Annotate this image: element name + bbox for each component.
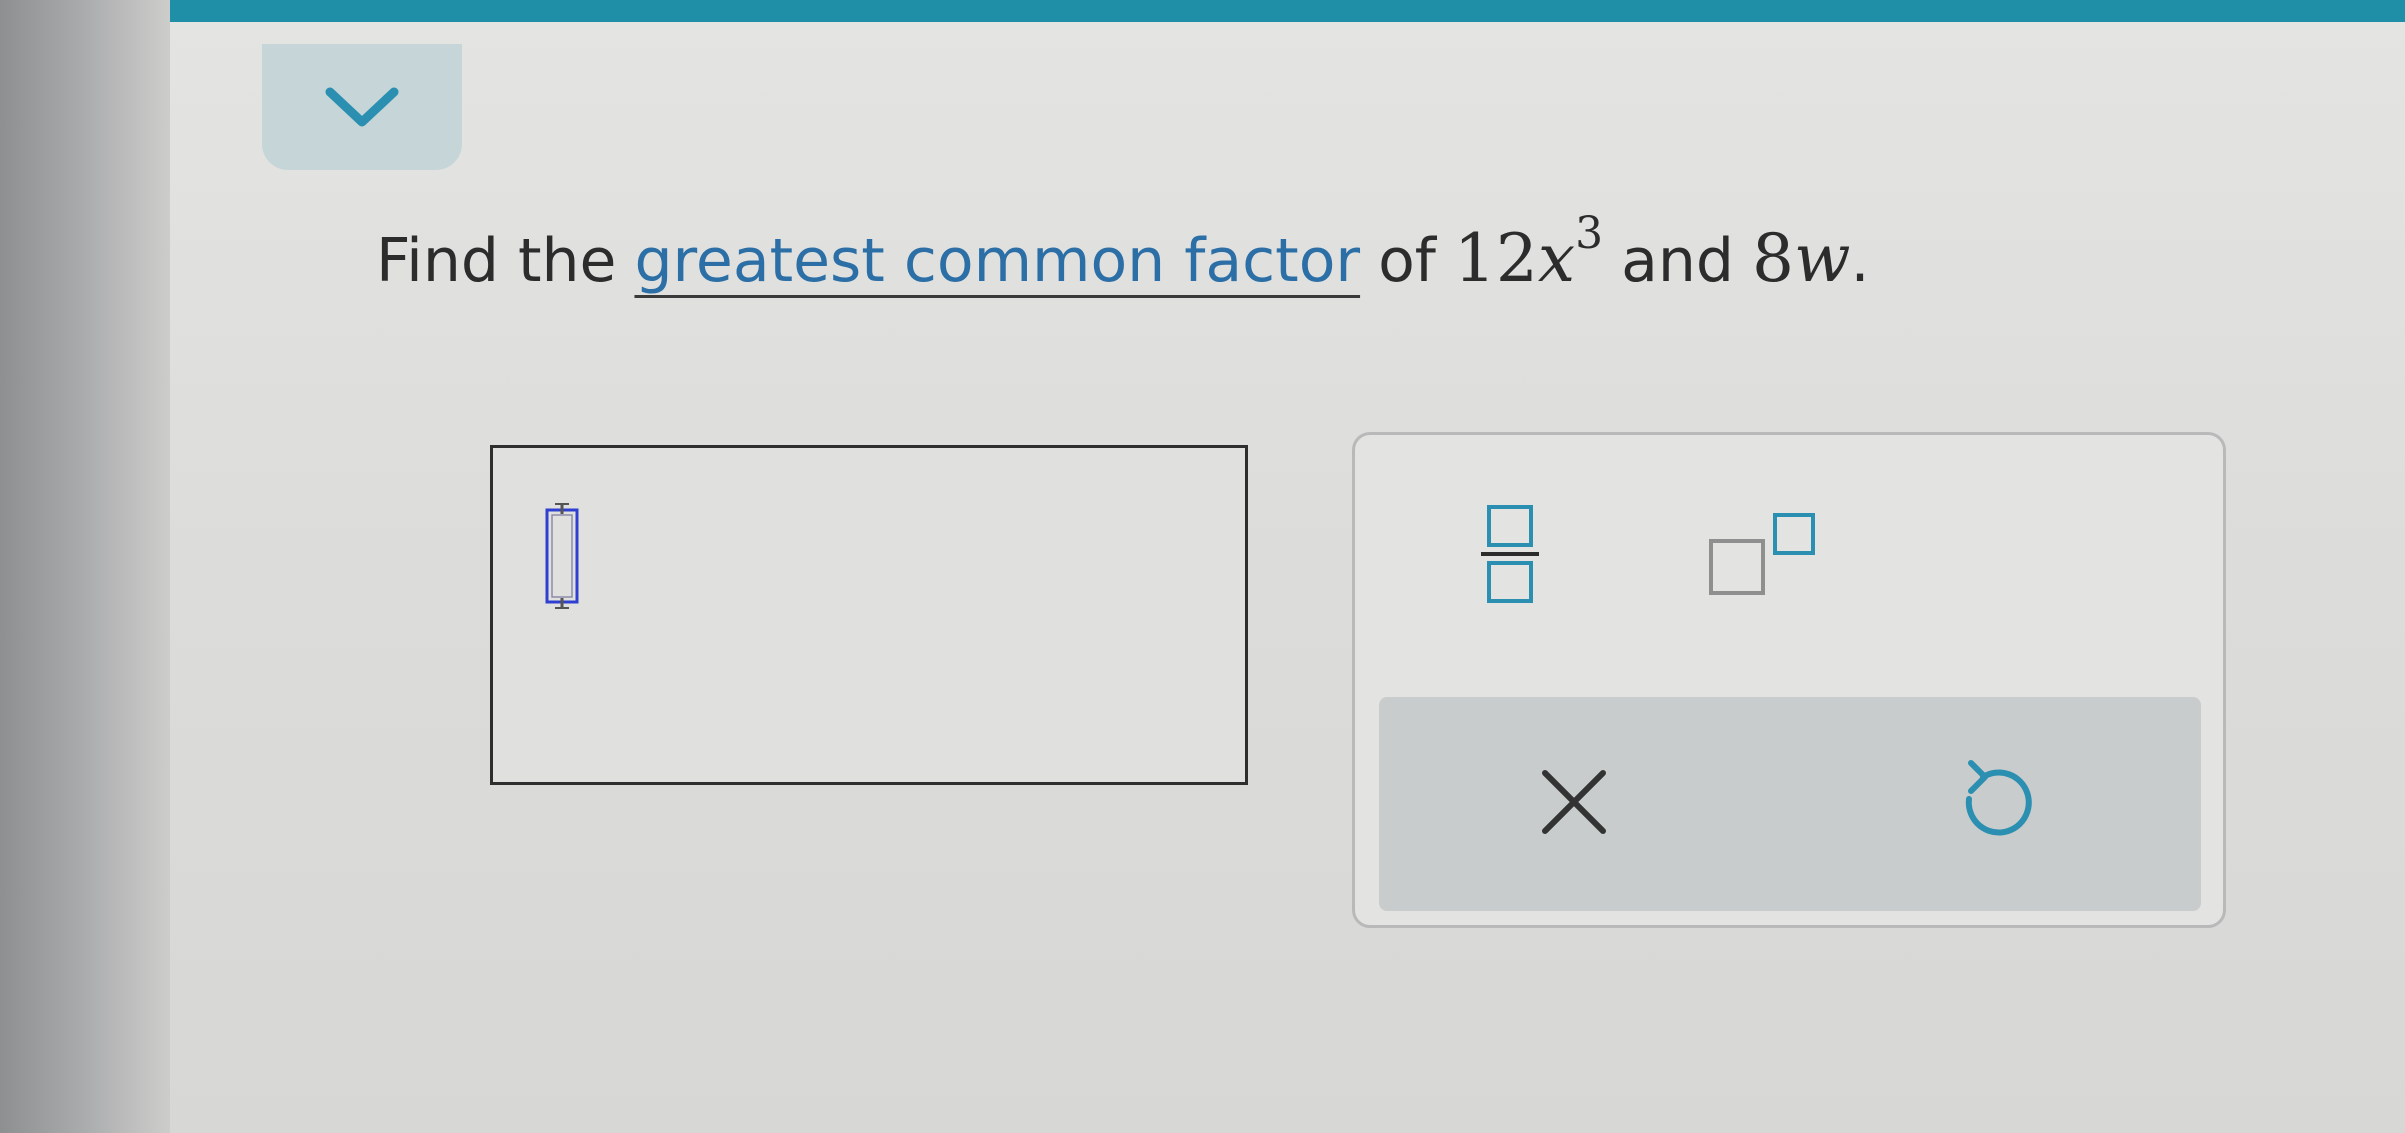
undo-button[interactable]: [1949, 753, 2039, 849]
text-cursor-icon: [541, 500, 583, 612]
superscript-icon: [1709, 513, 1815, 595]
math-term-2: 8w: [1752, 220, 1851, 297]
exponent: 3: [1575, 208, 1604, 259]
superscript-button[interactable]: [1705, 509, 1825, 599]
question-of: of: [1378, 226, 1436, 296]
clear-icon: [1542, 770, 1606, 834]
undo-icon: [1965, 760, 2032, 836]
glossary-link-gcf[interactable]: greatest common factor: [634, 226, 1360, 296]
question-period: .: [1850, 226, 1870, 296]
question-and: and: [1621, 226, 1735, 296]
answer-input[interactable]: [490, 445, 1248, 785]
fraction-icon: [1481, 505, 1539, 603]
math-term-1: 12x3: [1453, 208, 1604, 297]
top-bar: [170, 0, 2405, 22]
collapse-toggle-button[interactable]: [262, 44, 462, 170]
question-prefix: Find the: [376, 226, 617, 296]
clear-button[interactable]: [1529, 757, 1619, 847]
question-text: Find the greatest common factor of 12x3 …: [376, 208, 1870, 297]
fraction-button[interactable]: [1465, 499, 1555, 609]
action-row: [1379, 697, 2201, 911]
math-palette: [1352, 432, 2226, 928]
chevron-down-icon: [325, 87, 399, 127]
